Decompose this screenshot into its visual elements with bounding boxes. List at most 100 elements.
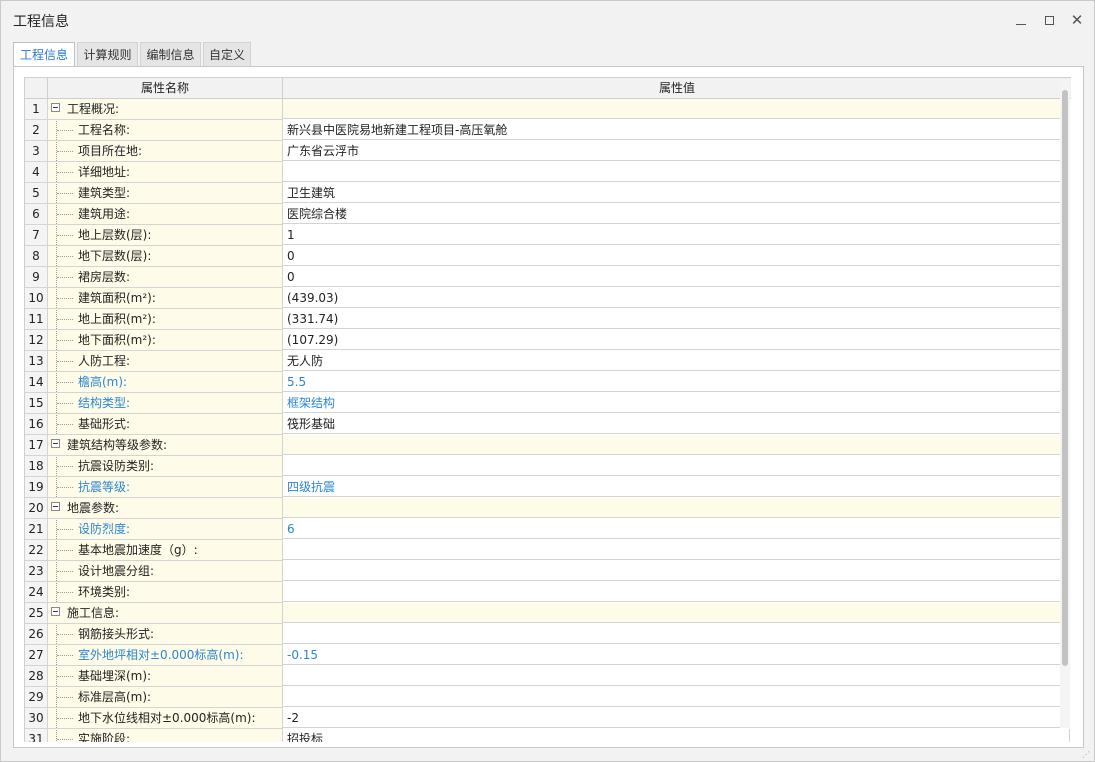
table-row[interactable]: 23 设计地震分组: <box>25 561 1071 582</box>
property-value-cell[interactable]: -0.15 <box>283 645 1070 665</box>
scrollbar-thumb[interactable] <box>1062 90 1068 666</box>
property-name-cell[interactable]: 地上层数(层): <box>48 225 283 246</box>
property-name-cell[interactable]: 详细地址: <box>48 162 283 183</box>
property-name-cell[interactable]: 工程名称: <box>48 120 283 141</box>
tab-project-info[interactable]: 工程信息 <box>13 42 75 67</box>
table-row[interactable]: 14 檐高(m): 5.5 <box>25 372 1071 393</box>
table-row[interactable]: 11 地上面积(m²): (331.74) <box>25 309 1071 330</box>
property-value-cell[interactable]: (107.29) <box>283 330 1070 350</box>
property-value-cell[interactable] <box>283 435 1070 455</box>
property-name-cell[interactable]: 建筑用途: <box>48 204 283 225</box>
property-value-cell[interactable]: 医院综合楼 <box>283 204 1070 224</box>
property-name-cell[interactable]: 基础形式: <box>48 414 283 435</box>
property-value-cell[interactable] <box>283 561 1070 581</box>
property-name-cell[interactable]: 建筑面积(m²): <box>48 288 283 309</box>
table-row[interactable]: 16 基础形式: 筏形基础 <box>25 414 1071 435</box>
table-row[interactable]: 9 裙房层数: 0 <box>25 267 1071 288</box>
property-name-cell[interactable]: 室外地坪相对±0.000标高(m): <box>48 645 283 666</box>
table-row[interactable]: 5 建筑类型: 卫生建筑 <box>25 183 1071 204</box>
table-row[interactable]: 8 地下层数(层): 0 <box>25 246 1071 267</box>
group-row[interactable]: 20 地震参数: <box>25 498 1071 519</box>
table-row[interactable]: 10 建筑面积(m²): (439.03) <box>25 288 1071 309</box>
group-row[interactable]: 17 建筑结构等级参数: <box>25 435 1071 456</box>
column-header-name[interactable]: 属性名称 <box>48 78 283 98</box>
property-value-cell[interactable] <box>283 498 1070 518</box>
property-value-cell[interactable]: 0 <box>283 246 1070 266</box>
property-value-cell[interactable] <box>283 687 1070 707</box>
property-value-cell[interactable]: 6 <box>283 519 1070 539</box>
property-name-cell[interactable]: 建筑类型: <box>48 183 283 204</box>
property-value-cell[interactable] <box>283 582 1070 602</box>
table-row[interactable]: 6 建筑用途: 医院综合楼 <box>25 204 1071 225</box>
collapse-icon[interactable] <box>51 502 60 511</box>
property-value-cell[interactable]: 新兴县中医院易地新建工程项目-高压氧舱 <box>283 120 1070 140</box>
property-name-cell[interactable]: 地下面积(m²): <box>48 330 283 351</box>
table-row[interactable]: 26 钢筋接头形式: <box>25 624 1071 645</box>
table-row[interactable]: 18 抗震设防类别: <box>25 456 1071 477</box>
property-name-cell[interactable]: 基本地震加速度（g）: <box>48 540 283 561</box>
property-value-cell[interactable]: 1 <box>283 225 1070 245</box>
property-value-cell[interactable]: (331.74) <box>283 309 1070 329</box>
property-name-cell[interactable]: 建筑结构等级参数: <box>48 435 283 456</box>
property-value-cell[interactable]: 框架结构 <box>283 393 1070 413</box>
table-row[interactable]: 30 地下水位线相对±0.000标高(m): -2 <box>25 708 1071 729</box>
maximize-button[interactable] <box>1037 9 1061 31</box>
property-value-cell[interactable] <box>283 540 1070 560</box>
property-name-cell[interactable]: 标准层高(m): <box>48 687 283 708</box>
property-name-cell[interactable]: 钢筋接头形式: <box>48 624 283 645</box>
table-row[interactable]: 19 抗震等级: 四级抗震 <box>25 477 1071 498</box>
table-row[interactable]: 27 室外地坪相对±0.000标高(m): -0.15 <box>25 645 1071 666</box>
property-name-cell[interactable]: 结构类型: <box>48 393 283 414</box>
property-value-cell[interactable]: (439.03) <box>283 288 1070 308</box>
table-row[interactable]: 28 基础埋深(m): <box>25 666 1071 687</box>
tab-custom[interactable]: 自定义 <box>203 42 251 66</box>
property-name-cell[interactable]: 人防工程: <box>48 351 283 372</box>
property-name-cell[interactable]: 抗震设防类别: <box>48 456 283 477</box>
property-value-cell[interactable]: 卫生建筑 <box>283 183 1070 203</box>
property-value-cell[interactable]: 无人防 <box>283 351 1070 371</box>
tab-calc-rules[interactable]: 计算规则 <box>77 42 138 66</box>
group-row[interactable]: 25 施工信息: <box>25 603 1071 624</box>
table-row[interactable]: 31 实施阶段: 招投标 <box>25 729 1071 742</box>
property-name-cell[interactable]: 裙房层数: <box>48 267 283 288</box>
property-value-cell[interactable]: -2 <box>283 708 1070 728</box>
property-value-cell[interactable]: 5.5 <box>283 372 1070 392</box>
column-header-value[interactable]: 属性值 <box>283 78 1071 98</box>
table-row[interactable]: 3 项目所在地: 广东省云浮市 <box>25 141 1071 162</box>
tab-compile-info[interactable]: 编制信息 <box>140 42 201 66</box>
property-value-cell[interactable] <box>283 603 1070 623</box>
property-name-cell[interactable]: 实施阶段: <box>48 729 283 742</box>
property-value-cell[interactable]: 广东省云浮市 <box>283 141 1070 161</box>
minimize-button[interactable] <box>1009 9 1033 31</box>
group-row[interactable]: 1 工程概况: <box>25 99 1071 120</box>
property-name-cell[interactable]: 基础埋深(m): <box>48 666 283 687</box>
property-value-cell[interactable]: 四级抗震 <box>283 477 1070 497</box>
collapse-icon[interactable] <box>51 103 60 112</box>
property-value-cell[interactable]: 招投标 <box>283 729 1070 742</box>
table-row[interactable]: 2 工程名称: 新兴县中医院易地新建工程项目-高压氧舱 <box>25 120 1071 141</box>
table-row[interactable]: 13 人防工程: 无人防 <box>25 351 1071 372</box>
property-name-cell[interactable]: 地震参数: <box>48 498 283 519</box>
property-value-cell[interactable] <box>283 162 1070 182</box>
table-row[interactable]: 29 标准层高(m): <box>25 687 1071 708</box>
collapse-icon[interactable] <box>51 439 60 448</box>
table-row[interactable]: 24 环境类别: <box>25 582 1071 603</box>
property-name-cell[interactable]: 地上面积(m²): <box>48 309 283 330</box>
resize-grip-icon[interactable]: ⋰ <box>1082 751 1092 761</box>
property-name-cell[interactable]: 地下层数(层): <box>48 246 283 267</box>
property-name-cell[interactable]: 檐高(m): <box>48 372 283 393</box>
table-row[interactable]: 21 设防烈度: 6 <box>25 519 1071 540</box>
property-value-cell[interactable] <box>283 666 1070 686</box>
table-row[interactable]: 4 详细地址: <box>25 162 1071 183</box>
vertical-scrollbar[interactable] <box>1060 80 1070 728</box>
table-row[interactable]: 7 地上层数(层): 1 <box>25 225 1071 246</box>
collapse-icon[interactable] <box>51 607 60 616</box>
property-value-cell[interactable] <box>283 99 1070 119</box>
property-name-cell[interactable]: 环境类别: <box>48 582 283 603</box>
close-button[interactable]: ✕ <box>1065 9 1089 31</box>
property-name-cell[interactable]: 施工信息: <box>48 603 283 624</box>
property-name-cell[interactable]: 抗震等级: <box>48 477 283 498</box>
table-row[interactable]: 22 基本地震加速度（g）: <box>25 540 1071 561</box>
property-name-cell[interactable]: 工程概况: <box>48 99 283 120</box>
table-row[interactable]: 12 地下面积(m²): (107.29) <box>25 330 1071 351</box>
